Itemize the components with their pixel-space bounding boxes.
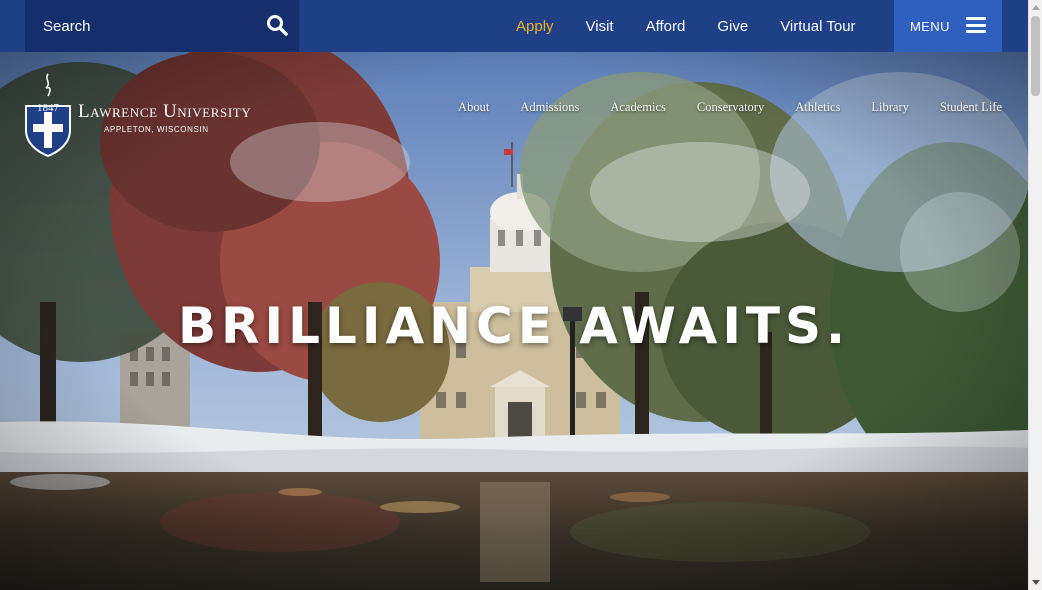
scroll-up-arrow-icon[interactable] <box>1032 5 1040 10</box>
utility-nav: Apply Visit Afford Give Virtual Tour <box>500 0 872 52</box>
nav-student-life[interactable]: Student Life <box>940 100 1002 115</box>
nav-about[interactable]: About <box>458 100 489 115</box>
menu-label: MENU <box>910 18 950 34</box>
nav-admissions[interactable]: Admissions <box>520 100 579 115</box>
nav-athletics[interactable]: Athletics <box>795 100 840 115</box>
nav-library[interactable]: Library <box>871 100 908 115</box>
founding-year: 1847 <box>37 102 59 114</box>
menu-button[interactable]: MENU <box>894 0 1002 52</box>
search-box <box>25 0 299 52</box>
top-utility-bar: Apply Visit Afford Give Virtual Tour MEN… <box>0 0 1028 52</box>
search-input[interactable] <box>41 16 251 36</box>
visit-link[interactable]: Visit <box>586 18 614 35</box>
vertical-scrollbar[interactable] <box>1028 0 1042 590</box>
nav-conservatory[interactable]: Conservatory <box>697 100 764 115</box>
main-nav: About Admissions Academics Conservatory … <box>427 100 1002 115</box>
crest-icon <box>25 73 71 158</box>
university-name: Lawrence University <box>78 101 252 122</box>
scroll-down-arrow-icon[interactable] <box>1032 580 1040 585</box>
search-icon[interactable] <box>265 13 289 37</box>
virtual-tour-link[interactable]: Virtual Tour <box>780 18 855 35</box>
university-location: APPLETON, WISCONSIN <box>104 125 209 134</box>
hamburger-icon <box>966 17 986 33</box>
page: Apply Visit Afford Give Virtual Tour MEN… <box>0 0 1042 590</box>
university-logo[interactable]: 1847 Lawrence University APPLETON, WISCO… <box>24 72 304 158</box>
nav-academics[interactable]: Academics <box>610 100 666 115</box>
afford-link[interactable]: Afford <box>646 18 686 35</box>
scroll-thumb[interactable] <box>1031 16 1040 96</box>
give-link[interactable]: Give <box>717 18 748 35</box>
apply-link[interactable]: Apply <box>516 18 554 35</box>
hero-headline: BRILLIANCE AWAITS. <box>177 297 851 355</box>
